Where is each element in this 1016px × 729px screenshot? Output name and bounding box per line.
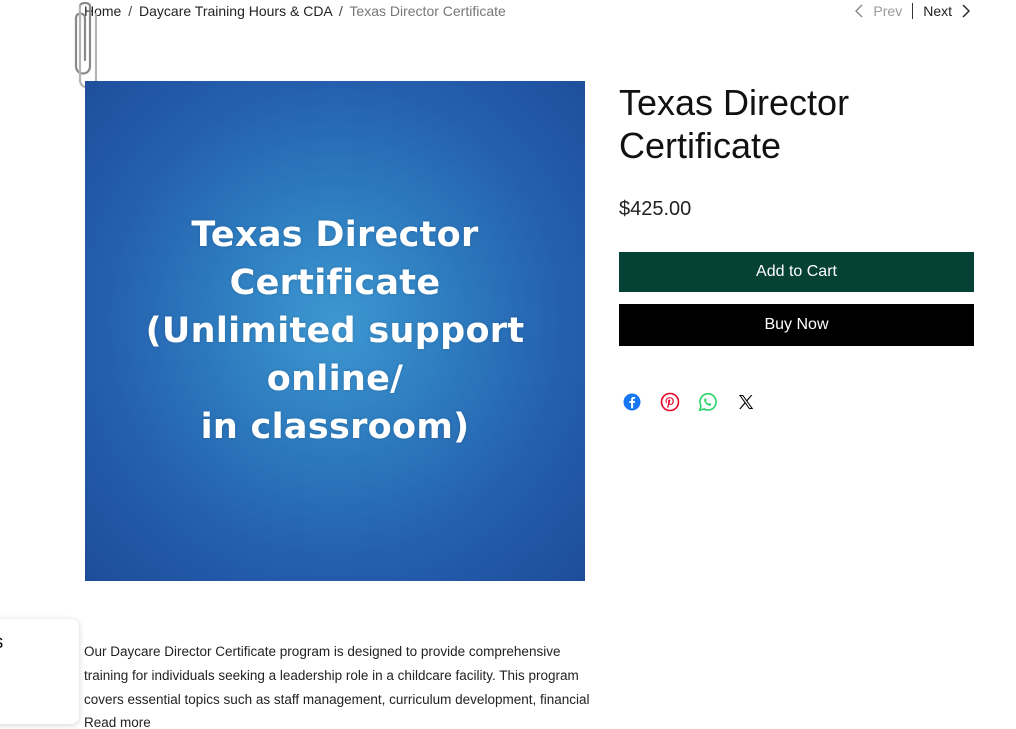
- product-description: Our Daycare Director Certificate program…: [84, 644, 590, 707]
- product-image[interactable]: Texas Director Certificate (Unlimited su…: [85, 81, 585, 581]
- prev-label: Prev: [873, 3, 903, 19]
- pinterest-icon[interactable]: [660, 392, 680, 412]
- chevron-right-icon: [962, 4, 970, 18]
- whatsapp-icon[interactable]: [698, 392, 718, 412]
- breadcrumb: Home / Daycare Training Hours & CDA / Te…: [84, 2, 506, 20]
- image-text-line: Texas Director: [191, 215, 479, 255]
- prev-link[interactable]: Prev: [853, 2, 902, 20]
- image-text-line: (Unlimited support: [145, 311, 525, 351]
- chevron-left-icon: [855, 4, 863, 18]
- reviews-tab-label: ws: [0, 631, 3, 655]
- breadcrumb-separator: /: [128, 3, 133, 19]
- social-share: [622, 392, 774, 412]
- product-title: Texas Director Certificate: [619, 82, 850, 166]
- product-image-caption: Texas Director Certificate (Unlimited su…: [146, 211, 525, 451]
- product-page: Home / Daycare Training Hours & CDA / Te…: [0, 0, 1016, 729]
- product-pager: Prev Next: [853, 2, 972, 20]
- pager-divider: [912, 3, 914, 19]
- product-price: $425.00: [619, 198, 692, 220]
- read-more-link[interactable]: Read more: [84, 711, 151, 729]
- image-text-line: in classroom): [200, 407, 470, 447]
- breadcrumb-current: Texas Director Certificate: [349, 3, 506, 19]
- image-text-line: online/: [266, 359, 404, 399]
- image-text-line: Certificate: [229, 263, 441, 303]
- next-link[interactable]: Next: [923, 2, 972, 20]
- breadcrumb-category-link[interactable]: Daycare Training Hours & CDA: [139, 3, 332, 19]
- next-label: Next: [923, 3, 952, 19]
- buy-now-button[interactable]: Buy Now: [619, 304, 974, 346]
- paperclip-icon: [74, 1, 98, 89]
- x-icon[interactable]: [736, 392, 756, 412]
- facebook-icon[interactable]: [622, 392, 642, 412]
- reviews-tab[interactable]: ws: [0, 619, 79, 724]
- breadcrumb-separator: /: [338, 3, 343, 19]
- add-to-cart-button[interactable]: Add to Cart: [619, 252, 974, 292]
